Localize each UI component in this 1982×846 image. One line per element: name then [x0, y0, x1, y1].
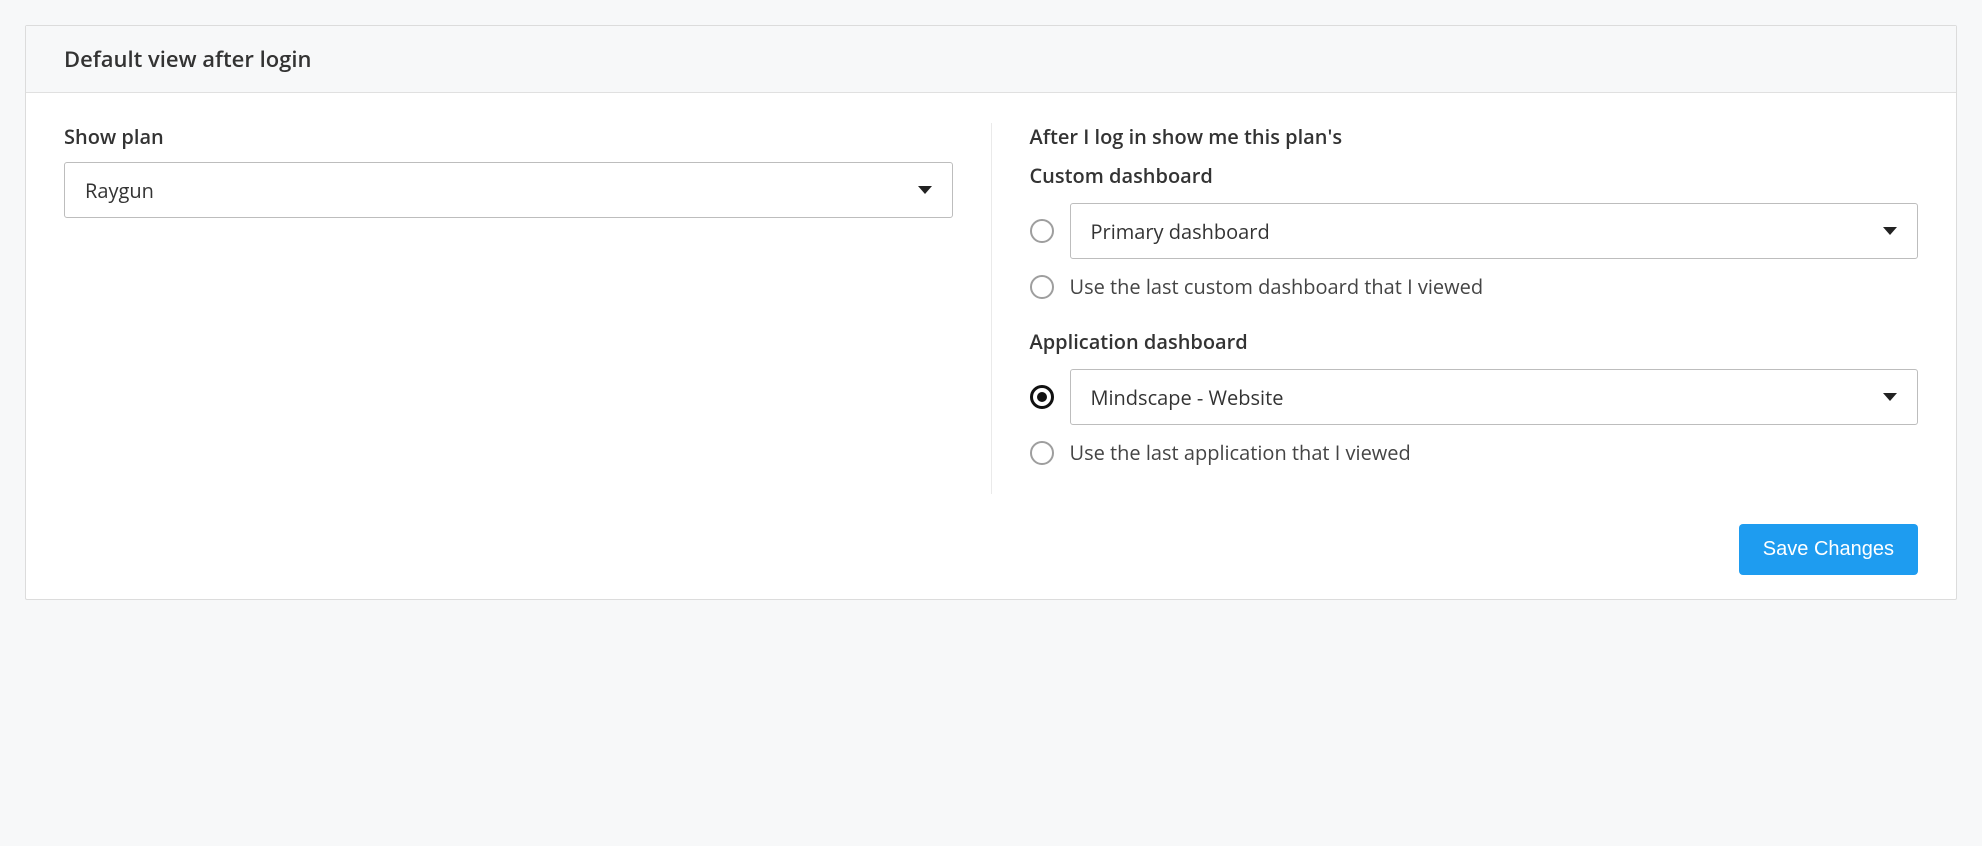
chevron-down-icon	[1883, 227, 1897, 235]
chevron-down-icon	[918, 186, 932, 194]
custom-dashboard-select-wrap: Primary dashboard	[1070, 203, 1919, 259]
show-plan-select-wrap: Raygun	[64, 162, 953, 218]
custom-dashboard-label: Custom dashboard	[1030, 162, 1919, 189]
show-plan-select-value: Raygun	[85, 177, 154, 204]
custom-dashboard-select-row: Primary dashboard	[1030, 203, 1919, 259]
columns: Show plan Raygun After I log in show me …	[64, 123, 1918, 494]
custom-dashboard-select[interactable]: Primary dashboard	[1070, 203, 1919, 259]
custom-dashboard-select-value: Primary dashboard	[1091, 218, 1270, 245]
application-dashboard-section: Application dashboard Mindscape - Websit…	[1030, 328, 1919, 466]
application-dashboard-last-label: Use the last application that I viewed	[1070, 439, 1411, 466]
application-dashboard-last-row: Use the last application that I viewed	[1030, 439, 1919, 466]
custom-dashboard-last-label: Use the last custom dashboard that I vie…	[1070, 273, 1484, 300]
application-dashboard-select-row: Mindscape - Website	[1030, 369, 1919, 425]
panel-body: Show plan Raygun After I log in show me …	[26, 93, 1956, 599]
radio-custom-dashboard-select[interactable]	[1030, 219, 1054, 243]
column-right: After I log in show me this plan's Custo…	[991, 123, 1919, 494]
save-changes-button[interactable]: Save Changes	[1739, 524, 1918, 575]
application-dashboard-select[interactable]: Mindscape - Website	[1070, 369, 1919, 425]
chevron-down-icon	[1883, 393, 1897, 401]
radio-application-dashboard-select[interactable]	[1030, 385, 1054, 409]
after-login-heading: After I log in show me this plan's	[1030, 123, 1919, 150]
radio-application-dashboard-last[interactable]	[1030, 441, 1054, 465]
default-view-panel: Default view after login Show plan Raygu…	[25, 25, 1957, 600]
radio-custom-dashboard-last[interactable]	[1030, 275, 1054, 299]
panel-header: Default view after login	[26, 26, 1956, 93]
column-left: Show plan Raygun	[64, 123, 991, 494]
panel-footer: Save Changes	[64, 524, 1918, 575]
application-dashboard-label: Application dashboard	[1030, 328, 1919, 355]
panel-title: Default view after login	[64, 44, 1918, 74]
application-dashboard-select-wrap: Mindscape - Website	[1070, 369, 1919, 425]
application-dashboard-select-value: Mindscape - Website	[1091, 384, 1284, 411]
show-plan-select[interactable]: Raygun	[64, 162, 953, 218]
custom-dashboard-section: Custom dashboard Primary dashboard Use t	[1030, 162, 1919, 300]
custom-dashboard-last-row: Use the last custom dashboard that I vie…	[1030, 273, 1919, 300]
show-plan-label: Show plan	[64, 123, 953, 150]
